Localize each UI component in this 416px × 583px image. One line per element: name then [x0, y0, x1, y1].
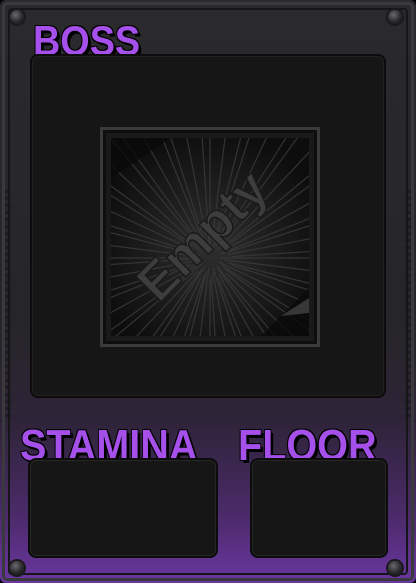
rivet-icon — [10, 10, 24, 24]
right-edge-decoration — [405, 190, 413, 420]
rivet-icon — [10, 561, 24, 575]
boss-card: BOSS Empty STAMINA FLOOR — [0, 0, 416, 583]
stamina-panel — [28, 458, 218, 558]
empty-slot-burst-icon: Empty — [111, 138, 309, 336]
left-edge-decoration — [3, 190, 11, 420]
boss-slot-empty-image: Empty — [111, 138, 309, 336]
floor-panel — [250, 458, 388, 558]
rivet-icon — [388, 10, 402, 24]
rivet-icon — [388, 561, 402, 575]
boss-slot[interactable]: Empty — [100, 127, 320, 347]
